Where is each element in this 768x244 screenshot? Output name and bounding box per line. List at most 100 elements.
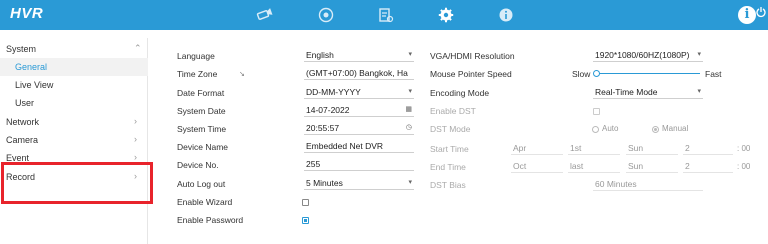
dropdown-arrow-icon: ▾: [408, 88, 412, 95]
timezone-value: (GMT+07:00) Bangkok, Ha: [306, 68, 408, 78]
chevron-right-icon: ›: [134, 116, 137, 126]
mouse-speed-label: Mouse Pointer Speed: [430, 69, 512, 79]
end-hour-value: 2: [685, 161, 690, 171]
dst-manual-label: Manual: [662, 124, 689, 133]
enable-wizard-checkbox[interactable]: [302, 199, 309, 206]
system-time-value: 20:55:57: [306, 123, 340, 133]
sidebar: System ⌃ General Live View User Network …: [0, 38, 148, 244]
start-day-select[interactable]: Sun: [626, 142, 678, 155]
start-time-label: Start Time: [430, 144, 469, 154]
dropdown-arrow-icon: ▾: [408, 179, 412, 186]
auto-logout-select[interactable]: 5 Minutes ▾: [304, 177, 414, 190]
settings-icon[interactable]: [437, 6, 455, 24]
slow-label: Slow: [572, 69, 591, 79]
sidebar-item-camera[interactable]: Camera ›: [0, 131, 148, 149]
auto-logout-value: 5 Minutes: [306, 178, 343, 188]
dst-bias-select[interactable]: 60 Minutes: [593, 178, 703, 191]
system-time-input[interactable]: 20:55:57 ◷: [304, 122, 414, 135]
start-week-value: 1st: [570, 143, 582, 153]
chevron-right-icon: ›: [134, 134, 137, 144]
start-week-select[interactable]: 1st: [568, 142, 620, 155]
system-date-value: 14-07-2022: [306, 105, 350, 115]
auto-logout-label: Auto Log out: [177, 179, 226, 189]
chevron-right-icon: ›: [134, 152, 137, 162]
system-date-label: System Date: [177, 106, 226, 116]
start-minute-text: : 00: [737, 144, 751, 153]
start-day-value: Sun: [628, 143, 644, 153]
vga-resolution-label: VGA/HDMI Resolution: [430, 51, 515, 61]
cursor-icon: ↘: [239, 71, 245, 78]
end-hour-select[interactable]: 2: [683, 160, 733, 173]
enable-password-label: Enable Password: [177, 215, 244, 225]
info-icon[interactable]: [497, 6, 515, 24]
start-month-value: Apr: [513, 143, 527, 153]
dst-manual-radio[interactable]: [652, 126, 659, 133]
enable-password-checkbox[interactable]: [302, 217, 309, 224]
enable-dst-label: Enable DST: [430, 106, 476, 116]
dropdown-arrow-icon: ▾: [697, 51, 701, 58]
sidebar-item-live-view[interactable]: Live View: [0, 76, 148, 94]
help-icon[interactable]: i: [738, 6, 756, 24]
clock-icon[interactable]: ◷: [406, 122, 412, 134]
system-time-label: System Time: [177, 124, 227, 134]
sidebar-item-system[interactable]: System ⌃: [0, 40, 148, 58]
playback-icon[interactable]: [317, 6, 335, 24]
end-time-label: End Time: [430, 162, 466, 172]
device-name-value: Embedded Net DVR: [306, 141, 384, 151]
app-logo: HVR: [10, 5, 44, 22]
sidebar-item-general[interactable]: General: [0, 58, 148, 76]
end-week-value: last: [570, 161, 584, 171]
vga-resolution-select[interactable]: 1920*1080/60HZ(1080P) ▾: [593, 49, 703, 62]
sidebar-item-label: General: [15, 62, 48, 72]
end-month-select[interactable]: Oct: [511, 160, 563, 173]
timezone-select[interactable]: (GMT+07:00) Bangkok, Ha: [304, 67, 414, 80]
date-format-label: Date Format: [177, 88, 225, 98]
start-hour-value: 2: [685, 143, 690, 153]
dst-auto-label: Auto: [602, 124, 619, 133]
end-week-select[interactable]: last: [568, 160, 620, 173]
encoding-mode-value: Real-Time Mode: [595, 87, 658, 97]
dropdown-arrow-icon: ▾: [408, 51, 412, 58]
enable-dst-checkbox[interactable]: [593, 108, 600, 115]
dst-bias-value: 60 Minutes: [595, 179, 637, 189]
start-hour-select[interactable]: 2: [683, 142, 733, 155]
device-name-input[interactable]: Embedded Net DVR: [304, 140, 414, 153]
enable-wizard-label: Enable Wizard: [177, 197, 233, 207]
end-minute-text: : 00: [737, 162, 751, 171]
sidebar-item-label: Camera: [6, 135, 39, 145]
camera-icon[interactable]: [256, 6, 274, 24]
device-no-input[interactable]: 255: [304, 158, 414, 171]
encoding-mode-label: Encoding Mode: [430, 88, 490, 98]
system-date-input[interactable]: 14-07-2022 ▦: [304, 104, 414, 117]
power-icon[interactable]: [755, 5, 767, 18]
calendar-icon[interactable]: ▦: [405, 104, 412, 116]
encoding-mode-select[interactable]: Real-Time Mode ▾: [593, 86, 703, 99]
end-month-value: Oct: [513, 161, 527, 171]
language-select[interactable]: English ▾: [304, 49, 414, 62]
red-highlight-annotation: [1, 162, 153, 204]
file-icon[interactable]: [377, 6, 395, 24]
device-no-value: 255: [306, 159, 321, 169]
end-day-select[interactable]: Sun: [626, 160, 678, 173]
language-value: English: [306, 50, 334, 60]
language-label: Language: [177, 51, 215, 61]
sidebar-item-network[interactable]: Network ›: [0, 113, 148, 131]
dst-bias-label: DST Bias: [430, 180, 466, 190]
date-format-value: DD-MM-YYYY: [306, 87, 361, 97]
dropdown-arrow-icon: ▾: [697, 88, 701, 95]
mouse-speed-slider-track[interactable]: [596, 73, 700, 74]
start-month-select[interactable]: Apr: [511, 142, 563, 155]
device-no-label: Device No.: [177, 160, 219, 170]
sidebar-item-label: Live View: [15, 80, 54, 90]
sidebar-item-label: User: [15, 98, 35, 108]
timezone-label: Time Zone: [177, 69, 218, 79]
dst-auto-radio[interactable]: [592, 126, 599, 133]
sidebar-item-label: System: [6, 44, 37, 54]
sidebar-item-user[interactable]: User: [0, 94, 148, 112]
device-name-label: Device Name: [177, 142, 229, 152]
sidebar-item-label: Network: [6, 117, 40, 127]
dst-mode-label: DST Mode: [430, 124, 471, 134]
date-format-select[interactable]: DD-MM-YYYY ▾: [304, 86, 414, 99]
mouse-speed-slider-handle[interactable]: [593, 70, 600, 77]
fast-label: Fast: [705, 69, 722, 79]
